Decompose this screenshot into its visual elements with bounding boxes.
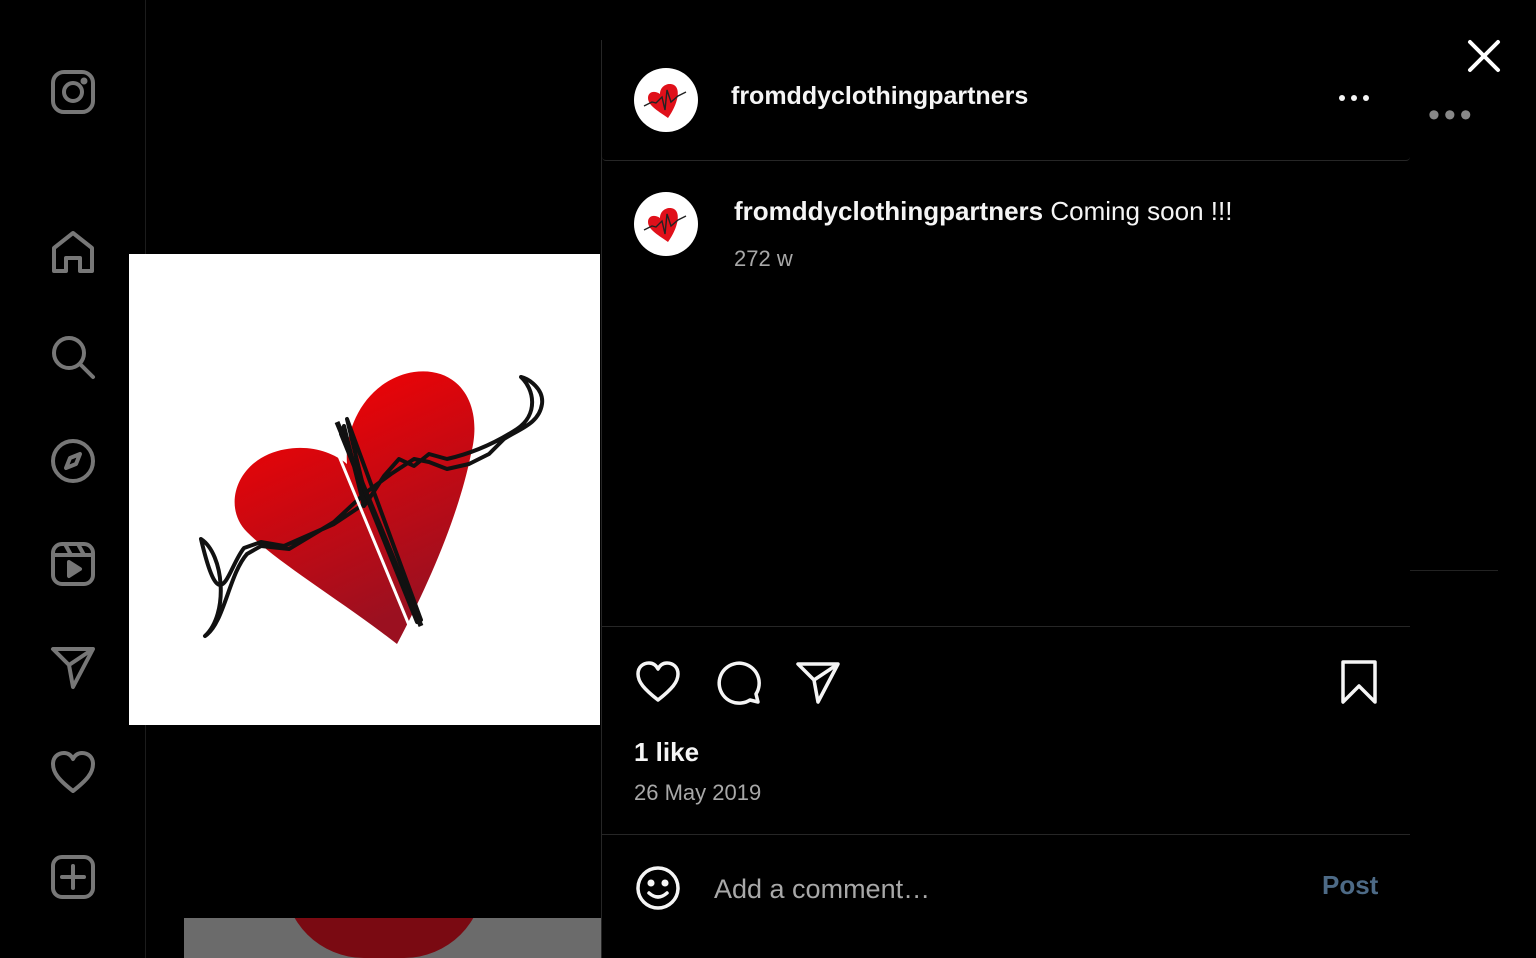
close-button[interactable] — [1462, 34, 1506, 78]
explore-compass-icon[interactable] — [46, 434, 100, 488]
heart-heartbeat-logo — [199, 371, 545, 644]
caption-comment: fromddyclothingpartners Coming soon !!! … — [634, 192, 1394, 282]
close-icon — [1468, 40, 1500, 72]
avatar[interactable] — [634, 68, 698, 132]
instagram-logo-icon[interactable] — [46, 65, 100, 119]
background-more-icon: ••• — [1428, 96, 1476, 134]
post-details-panel: fromddyclothingpartners fromddyclothingp… — [601, 40, 1410, 958]
heart-logo-avatar-icon — [643, 208, 687, 242]
post-comment-button[interactable]: Post — [1322, 870, 1378, 901]
emoji-button[interactable] — [630, 860, 686, 916]
post-author-username[interactable]: fromddyclothingpartners — [731, 82, 1028, 111]
comment-bubble-icon — [717, 661, 761, 705]
post-date[interactable]: 26 May 2019 — [634, 780, 761, 806]
heart-logo-avatar-icon — [643, 84, 687, 118]
caption-body: Coming soon !!! — [1043, 196, 1233, 226]
home-icon[interactable] — [46, 225, 100, 279]
create-plus-icon[interactable] — [46, 850, 100, 904]
background-post-thumbnail — [184, 918, 614, 958]
caption-avatar[interactable] — [634, 192, 698, 256]
post-image[interactable] — [129, 254, 600, 725]
comment-button[interactable] — [710, 654, 766, 710]
notifications-heart-icon[interactable] — [46, 745, 100, 799]
bookmark-icon — [1341, 660, 1377, 704]
more-options-button[interactable] — [1326, 78, 1382, 118]
emoji-smiley-icon — [636, 866, 680, 910]
reels-icon[interactable] — [46, 537, 100, 591]
caption-username[interactable]: fromddyclothingpartners — [734, 196, 1043, 226]
more-icon — [1339, 95, 1345, 101]
divider — [602, 626, 1410, 627]
post-header: fromddyclothingpartners — [602, 40, 1410, 161]
like-button[interactable] — [630, 654, 686, 710]
sidebar-nav — [0, 0, 146, 958]
share-button[interactable] — [790, 654, 846, 710]
heart-icon — [636, 661, 680, 702]
comment-input[interactable] — [712, 866, 1276, 912]
messages-send-icon[interactable] — [46, 640, 100, 694]
caption-timestamp[interactable]: 272 w — [734, 246, 793, 272]
save-button[interactable] — [1331, 654, 1387, 710]
likes-count[interactable]: 1 like — [634, 737, 699, 768]
send-icon — [796, 662, 840, 704]
background-divider — [1408, 570, 1498, 571]
search-icon[interactable] — [46, 330, 100, 384]
caption-text: fromddyclothingpartners Coming soon !!! — [734, 196, 1232, 227]
divider — [602, 834, 1410, 835]
